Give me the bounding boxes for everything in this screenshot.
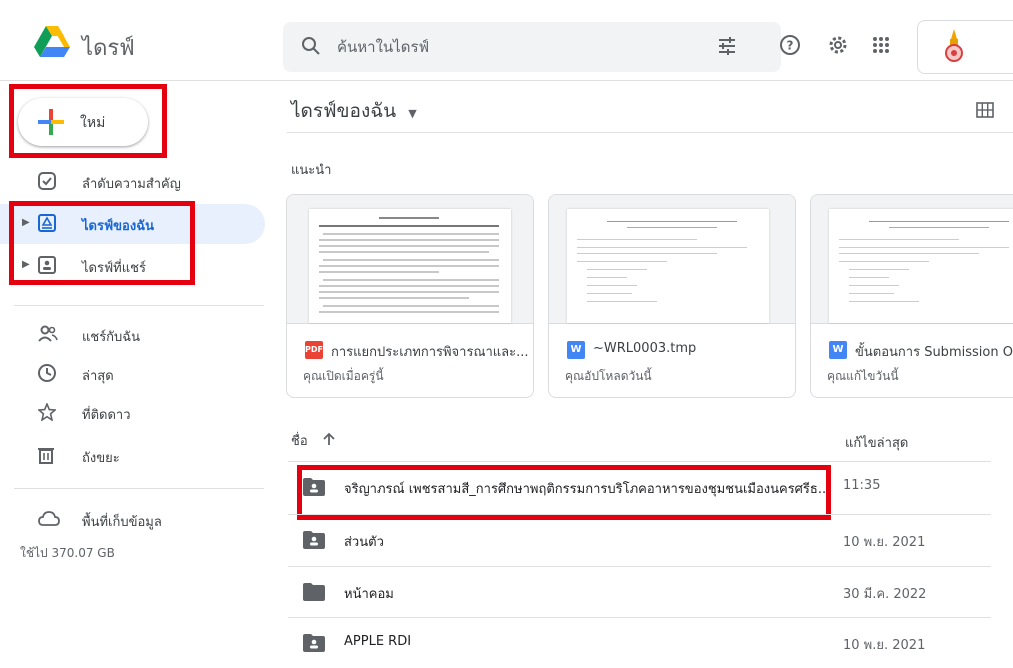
star-icon (37, 401, 57, 425)
file-name: ส่วนตัว (344, 535, 384, 550)
sidebar-item-label: ลำดับความสำคัญ (82, 177, 181, 192)
sidebar-item-recent[interactable]: ล่าสุด (0, 354, 265, 394)
folder-icon (303, 583, 325, 605)
sidebar-divider (14, 488, 264, 489)
clock-icon (38, 364, 56, 386)
suggested-heading: แนะนำ (291, 163, 332, 178)
storage-usage-text: ใช้ไป 370.07 GB (20, 546, 115, 560)
table-row[interactable]: หน้าคอม 30 มี.ค. 2022 (288, 566, 991, 617)
help-icon[interactable]: ? (779, 34, 801, 60)
sidebar-item-priority[interactable]: ลำดับความสำคัญ (0, 162, 265, 202)
column-header-name[interactable]: ชื่อ (291, 430, 308, 451)
file-activity: คุณเปิดเมื่อครู่นี้ (303, 369, 384, 383)
search-input[interactable] (335, 32, 669, 62)
header-divider (0, 80, 1013, 81)
highlight-my-drive (9, 201, 195, 285)
modified-date: 10 พ.ย. 2021 (843, 638, 926, 653)
highlight-folder-row (297, 465, 831, 520)
file-activity: คุณแก้ไขวันนี้ (827, 369, 899, 383)
file-name: หน้าคอม (344, 587, 394, 602)
search-options-icon[interactable] (717, 36, 737, 60)
table-row[interactable]: APPLE RDI 10 พ.ย. 2021 (288, 617, 991, 668)
sidebar-item-trash[interactable]: ถังขยะ (0, 436, 265, 476)
main-divider (287, 132, 1013, 133)
svg-text:?: ? (787, 39, 794, 53)
column-header-modified[interactable]: แก้ไขล่าสุด (845, 432, 908, 453)
app-title: ไดรฟ์ (82, 36, 135, 61)
priority-check-icon (38, 172, 56, 194)
page-title: ไดรฟ์ของฉัน (291, 100, 397, 122)
file-thumbnail (287, 195, 533, 324)
settings-gear-icon[interactable] (827, 34, 849, 60)
sidebar-divider (14, 305, 264, 306)
sidebar-item-shared-with-me[interactable]: แชร์กับฉัน (0, 315, 265, 355)
word-file-icon: W (829, 341, 847, 359)
trash-icon (38, 446, 54, 468)
drive-logo-icon[interactable] (34, 26, 70, 58)
file-name: ขั้นตอนการ Submission Or (855, 345, 1013, 360)
breadcrumb[interactable]: ไดรฟ์ของฉัน ▼ (291, 96, 417, 126)
file-name: ~WRL0003.tmp (593, 341, 697, 356)
search-bar[interactable] (283, 22, 781, 72)
modified-date: 10 พ.ย. 2021 (843, 535, 926, 550)
file-name: APPLE RDI (344, 634, 412, 649)
document-preview (567, 209, 769, 323)
apps-grid-icon[interactable] (872, 36, 890, 58)
file-thumbnail (549, 195, 795, 324)
sidebar-item-label: พื้นที่เก็บข้อมูล (82, 515, 162, 530)
shared-folder-icon (303, 531, 325, 553)
account-switcher[interactable] (917, 20, 1013, 74)
top-bar: ไดรฟ์ ? (0, 0, 1013, 80)
document-preview (309, 209, 511, 323)
table-row[interactable]: ส่วนตัว 10 พ.ย. 2021 (288, 514, 991, 565)
document-preview (829, 209, 1013, 323)
chevron-down-icon[interactable]: ▼ (408, 107, 416, 120)
sidebar-item-label: ที่ติดดาว (82, 408, 131, 423)
suggested-file-card[interactable]: W ~WRL0003.tmp คุณอัปโหลดวันนี้ (548, 194, 796, 398)
file-name: การแยกประเภทการพิจารณาและ... (331, 345, 529, 360)
sidebar-item-label: ล่าสุด (82, 369, 114, 384)
sidebar-item-label: ถังขยะ (82, 451, 120, 466)
cloud-icon (38, 510, 60, 530)
suggested-file-card[interactable]: W ขั้นตอนการ Submission Or คุณแก้ไขวันนี… (810, 194, 1013, 398)
file-thumbnail (811, 195, 1013, 324)
pdf-file-icon: PDF (305, 341, 323, 359)
shared-folder-icon (303, 634, 325, 656)
sidebar-item-storage[interactable]: พื้นที่เก็บข้อมูล (0, 500, 265, 540)
suggested-file-card[interactable]: PDF การแยกประเภทการพิจารณาและ... คุณเปิด… (286, 194, 534, 398)
file-activity: คุณอัปโหลดวันนี้ (565, 369, 652, 383)
grid-view-icon[interactable] (976, 102, 994, 122)
search-icon[interactable] (301, 36, 321, 60)
organization-logo-icon (942, 29, 966, 67)
highlight-new-button (9, 84, 167, 158)
people-icon (38, 325, 58, 347)
modified-date: 30 มี.ค. 2022 (843, 587, 927, 602)
word-file-icon: W (567, 341, 585, 359)
modified-date: 11:35 (843, 478, 881, 493)
sidebar-item-label: แชร์กับฉัน (82, 330, 141, 345)
sort-arrow-up-icon[interactable] (322, 431, 336, 450)
sidebar-item-starred[interactable]: ที่ติดดาว (0, 393, 265, 433)
